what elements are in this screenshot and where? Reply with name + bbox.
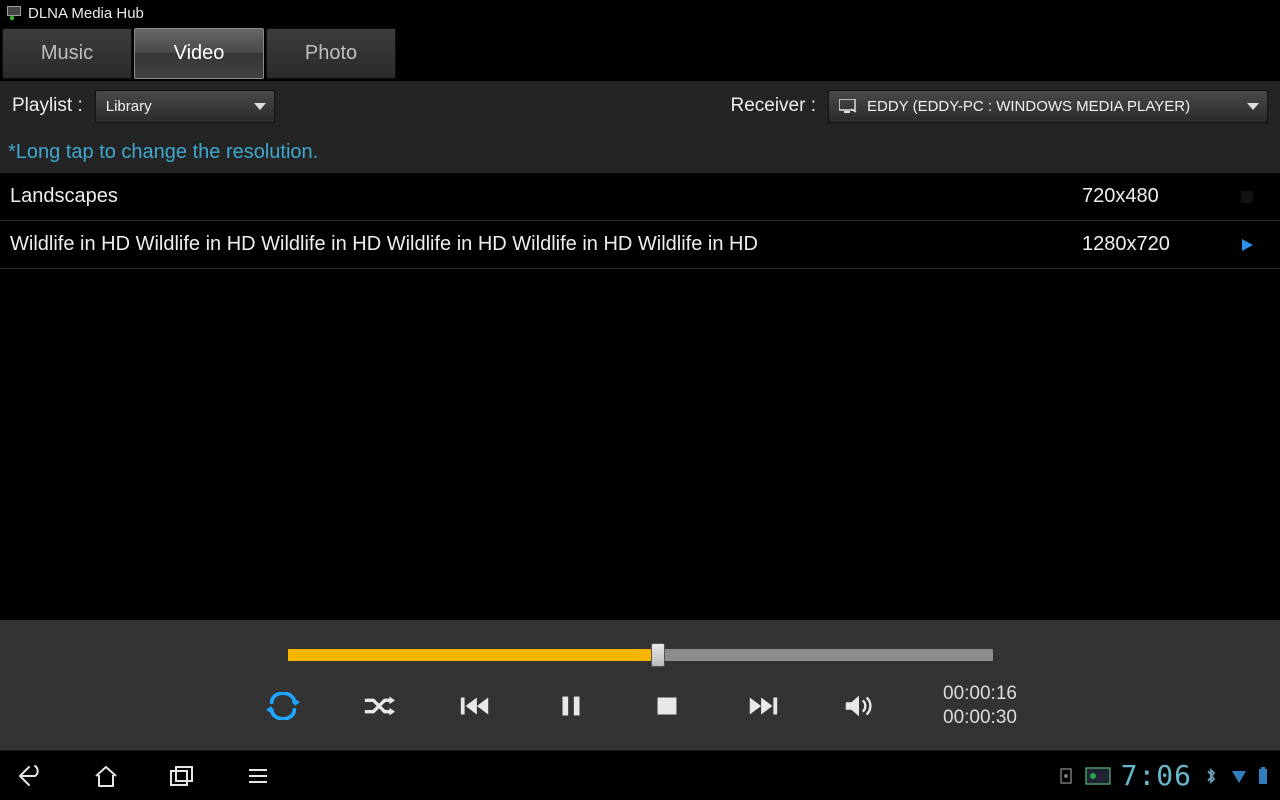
time-elapsed: 00:00:16 — [943, 682, 1017, 706]
chevron-down-icon — [254, 103, 266, 110]
seek-fill — [288, 649, 659, 661]
sdcard-icon — [1085, 767, 1111, 785]
item-resolution: 720x480 — [1082, 185, 1232, 208]
previous-button[interactable] — [455, 686, 495, 726]
battery-icon — [1258, 767, 1268, 785]
stop-icon — [1241, 191, 1253, 203]
tab-photo[interactable]: Photo — [266, 28, 396, 79]
recent-apps-button[interactable] — [164, 758, 200, 794]
bluetooth-icon — [1202, 767, 1220, 785]
tab-label: Music — [41, 42, 93, 65]
tab-video[interactable]: Video — [134, 28, 264, 79]
transport-buttons: 00:00:16 00:00:30 — [0, 682, 1280, 730]
item-title: Wildlife in HD Wildlife in HD Wildlife i… — [10, 233, 1082, 256]
time-display: 00:00:16 00:00:30 — [943, 682, 1017, 730]
seek-thumb[interactable] — [651, 643, 665, 667]
shuffle-button[interactable] — [359, 686, 399, 726]
playlist-value: Library — [106, 98, 152, 115]
stop-button[interactable] — [647, 686, 687, 726]
playlist-group: Playlist : Library — [12, 90, 275, 123]
playlist-label: Playlist : — [12, 95, 83, 117]
next-button[interactable] — [743, 686, 783, 726]
pause-button[interactable] — [551, 686, 591, 726]
system-bar: 7:06 — [0, 750, 1280, 800]
repeat-button[interactable] — [263, 686, 303, 726]
clock[interactable]: 7:06 — [1121, 759, 1192, 792]
list-item[interactable]: Wildlife in HD Wildlife in HD Wildlife i… — [0, 221, 1280, 269]
back-button[interactable] — [12, 758, 48, 794]
receiver-label: Receiver : — [730, 95, 816, 117]
playlist-dropdown[interactable]: Library — [95, 90, 275, 123]
item-title: Landscapes — [10, 185, 1082, 208]
chevron-down-icon — [1247, 103, 1259, 110]
tab-bar: Music Video Photo — [0, 26, 1280, 81]
selector-bar: Playlist : Library Receiver : EDDY (EDDY… — [0, 81, 1280, 131]
resolution-hint: *Long tap to change the resolution. — [0, 131, 1280, 173]
app-title: DLNA Media Hub — [28, 5, 144, 22]
tab-label: Video — [174, 42, 225, 65]
time-total: 00:00:30 — [943, 706, 1017, 730]
item-resolution: 1280x720 — [1082, 233, 1232, 256]
item-indicator — [1232, 191, 1262, 203]
list-item[interactable]: Landscapes 720x480 — [0, 173, 1280, 221]
volume-button[interactable] — [839, 686, 879, 726]
titlebar: DLNA Media Hub — [0, 0, 1280, 26]
monitor-icon — [839, 99, 857, 113]
receiver-dropdown[interactable]: EDDY (EDDY-PC : WINDOWS MEDIA PLAYER) — [828, 90, 1268, 123]
usb-icon — [1057, 767, 1075, 785]
playback-controls: 00:00:16 00:00:30 — [0, 620, 1280, 750]
item-indicator — [1232, 238, 1262, 252]
tab-music[interactable]: Music — [2, 28, 132, 79]
menu-button[interactable] — [240, 758, 276, 794]
play-icon — [1240, 238, 1254, 252]
tab-label: Photo — [305, 42, 357, 65]
home-button[interactable] — [88, 758, 124, 794]
media-list: Landscapes 720x480 Wildlife in HD Wildli… — [0, 173, 1280, 269]
content-filler — [0, 269, 1280, 620]
wifi-icon — [1230, 767, 1248, 785]
app-icon — [6, 5, 22, 21]
receiver-value: EDDY (EDDY-PC : WINDOWS MEDIA PLAYER) — [867, 98, 1190, 115]
seek-slider[interactable] — [288, 646, 993, 664]
receiver-group: Receiver : EDDY (EDDY-PC : WINDOWS MEDIA… — [730, 90, 1268, 123]
